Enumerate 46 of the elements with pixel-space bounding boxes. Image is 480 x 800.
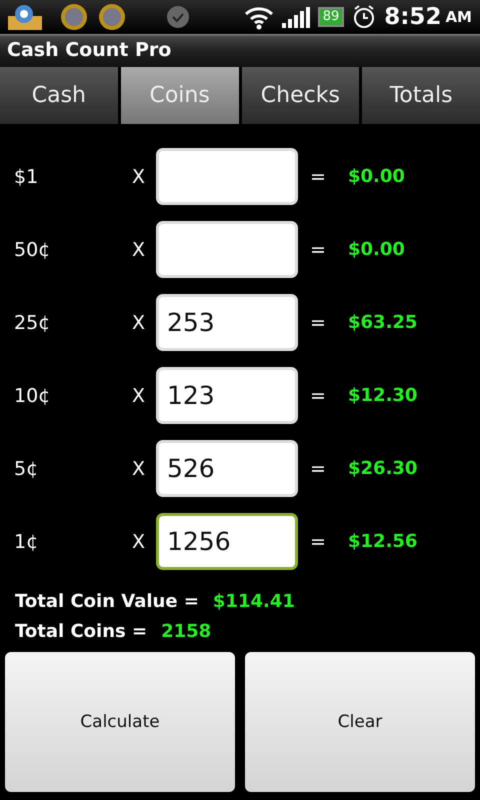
clock-time: 8:52 xyxy=(384,4,442,30)
equals-sign: = xyxy=(310,458,326,480)
denomination-label: 10¢ xyxy=(14,384,52,406)
count-field[interactable]: 253 xyxy=(156,294,298,351)
multiply-sign: X xyxy=(132,458,146,480)
row-total: $0.00 xyxy=(347,239,406,260)
multiply-sign: X xyxy=(132,384,146,406)
action-button[interactable]: Clear xyxy=(245,652,475,792)
multiply-sign: X xyxy=(132,530,146,552)
equals-sign: = xyxy=(310,238,326,260)
count-field[interactable] xyxy=(156,221,298,278)
denomination-label: 50¢ xyxy=(14,238,52,260)
equals-sign: = xyxy=(310,166,326,188)
total-label: Total Coin Value = xyxy=(15,590,199,612)
clock-meridiem: AM xyxy=(445,8,472,26)
check-bubble-icon xyxy=(166,4,190,29)
count-field[interactable] xyxy=(156,148,298,205)
signal-icon xyxy=(282,4,310,29)
count-field[interactable]: 526 xyxy=(156,440,298,497)
row-total: $12.30 xyxy=(347,385,418,406)
denomination-label: 25¢ xyxy=(14,312,52,334)
app-title: Cash Count Pro xyxy=(7,39,172,62)
denomination-label: $1 xyxy=(14,166,40,188)
battery-level: 89 xyxy=(318,6,344,27)
total-value: $114.41 xyxy=(212,590,295,612)
action-button[interactable]: Calculate xyxy=(5,652,235,792)
multiply-sign: X xyxy=(132,238,146,260)
multiply-sign: X xyxy=(132,312,146,334)
row-total: $63.25 xyxy=(347,312,418,333)
row-total: $26.30 xyxy=(347,458,418,479)
tab[interactable]: Cash xyxy=(0,67,118,124)
total-value: 2158 xyxy=(161,620,212,642)
count-field[interactable]: 1256 xyxy=(156,513,298,570)
equals-sign: = xyxy=(310,312,326,334)
equals-sign: = xyxy=(310,530,326,552)
denomination-label: 1¢ xyxy=(14,530,40,552)
denomination-label: 5¢ xyxy=(14,458,40,480)
multiply-sign: X xyxy=(132,166,146,188)
total-label: Total Coins = xyxy=(15,620,148,642)
alarm-clock-icon xyxy=(352,4,376,30)
tab[interactable]: Totals xyxy=(362,67,480,124)
tab[interactable]: Checks xyxy=(242,67,360,124)
equals-sign: = xyxy=(310,384,326,406)
count-field[interactable]: 123 xyxy=(156,367,298,424)
row-total: $12.56 xyxy=(347,531,418,552)
row-total: $0.00 xyxy=(347,166,406,187)
